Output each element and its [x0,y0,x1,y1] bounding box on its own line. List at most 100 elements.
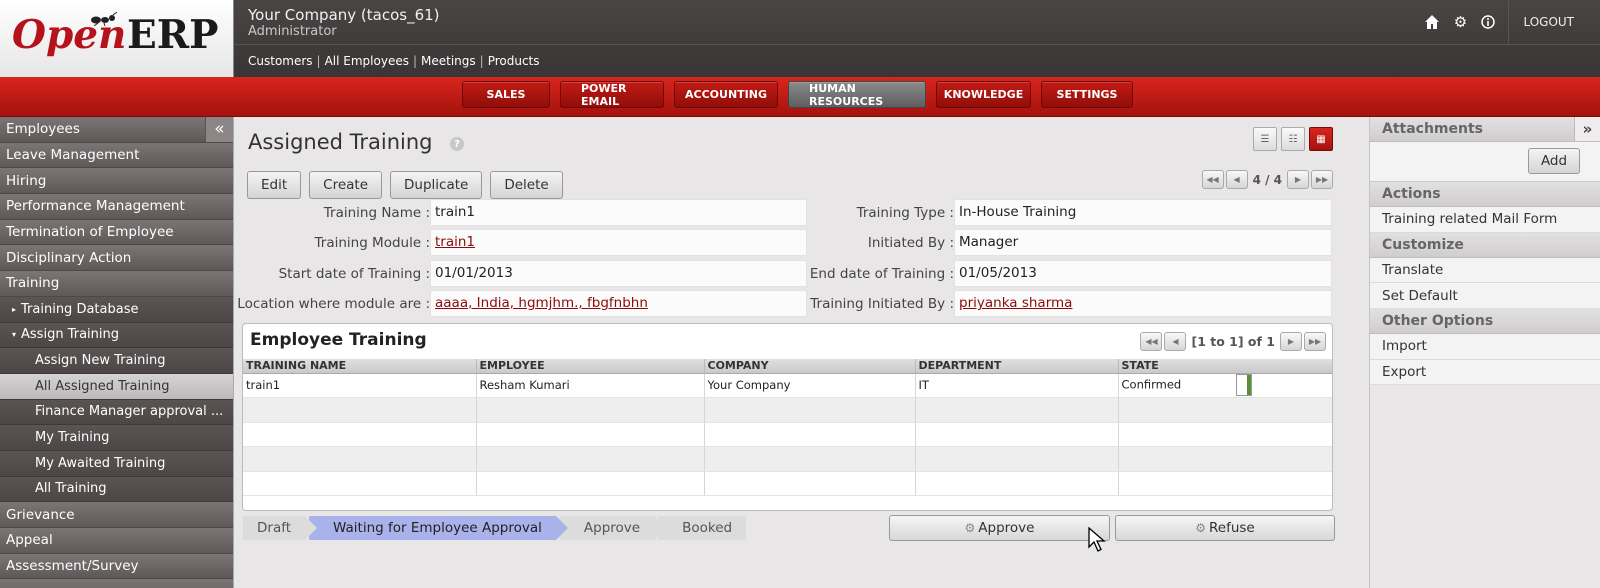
location-link[interactable]: aaaa, India, hgmjhm., fbgfnbhn [430,290,807,317]
last-page-icon[interactable]: ▶▶ [1304,332,1326,351]
openerp-logo[interactable]: Open ERP [0,0,234,77]
shortcut-separator: | [316,54,321,68]
sidebar-item-finance-manager-approval[interactable]: Finance Manager approval ... [0,399,233,426]
next-page-icon[interactable]: ▶ [1280,332,1302,351]
help-icon[interactable]: ? [450,137,464,151]
create-button[interactable]: Create [309,171,383,199]
sidebar-item-all-assigned-training[interactable]: All Assigned Training [0,373,233,400]
grid-view-icon[interactable]: ☷ [1281,127,1305,151]
sidebar-item-label: My Training [35,430,110,446]
shortcut-customers[interactable]: Customers [248,54,313,68]
logout-link[interactable]: LOGOUT [1508,0,1600,44]
delete-button[interactable]: Delete [490,171,563,199]
menu-settings[interactable]: SETTINGS [1041,81,1133,108]
right-sidebar: Attachments » Add Actions Training relat… [1369,117,1600,588]
sidebar-item-disciplinary-action[interactable]: Disciplinary Action [0,245,233,272]
top-header: Open ERP Your Company (tacos_61) Adminis… [0,0,1600,77]
edit-button[interactable]: Edit [247,171,302,199]
home-icon[interactable] [1418,2,1446,42]
sidebar-item-my-awaited-training[interactable]: My Awaited Training [0,450,233,477]
cell-state: Confirmed [1118,373,1332,398]
menu-sales[interactable]: SALES [462,81,550,108]
employee-training-list: Employee Training ◀◀ ◀ [1 to 1] of 1 ▶ ▶… [242,323,1333,511]
collapse-sidebar-icon[interactable]: « [205,117,233,142]
sidebar-item-more[interactable] [0,579,233,588]
main-menu-list: SALES POWER EMAIL ACCOUNTING HUMAN RESOU… [462,81,1133,108]
last-record-icon[interactable]: ▶▶ [1311,170,1333,189]
other-option-import[interactable]: Import [1370,334,1600,360]
sidebar-item-assign-training[interactable]: ▾ Assign Training [0,322,233,349]
company-name[interactable]: Your Company (tacos_61) [248,6,440,24]
sidebar-item-label: Termination of Employee [6,224,174,241]
action-training-mail-form[interactable]: Training related Mail Form [1370,207,1600,233]
list-view-icon[interactable]: ☰ [1253,127,1277,151]
main-content: Assigned Training ? ☰ ☷ ▦ Edit Create Du… [234,117,1369,588]
customize-translate[interactable]: Translate [1370,257,1600,284]
training-name-field[interactable]: train1 [430,199,807,226]
shortcut-all-employees[interactable]: All Employees [325,54,409,68]
column-header-company[interactable]: COMPANY [704,359,916,374]
training-initiated-by-label: Training Initiated By : [810,296,954,312]
sidebar-item-label: Performance Management [6,198,185,215]
gear-icon[interactable]: ⚙ [1446,2,1474,42]
top-icons: ⚙ LOGOUT [1418,0,1600,44]
cell-employee: Resham Kumari [476,373,705,398]
training-module-link[interactable]: train1 [430,229,807,256]
expand-sidebar-icon[interactable]: » [1574,117,1600,141]
menu-accounting[interactable]: ACCOUNTING [674,81,778,108]
sidebar-item-assign-new-training[interactable]: Assign New Training [0,348,233,374]
training-type-field[interactable]: In-House Training [954,199,1332,226]
attachments-header: Attachments » [1370,117,1600,142]
sidebar-item-performance-management[interactable]: Performance Management [0,194,233,220]
workflow-gears-icon: ⚙ [964,521,976,535]
shortcut-separator: | [412,54,418,68]
menu-knowledge[interactable]: KNOWLEDGE [936,81,1031,108]
initiated-by-field[interactable]: Manager [954,229,1332,256]
table-row[interactable]: train1 Resham Kumari Your Company IT Con… [243,373,1332,398]
sidebar-item-hiring[interactable]: Hiring [0,168,233,195]
menu-power-email[interactable]: POWER EMAIL [560,81,664,108]
column-header-employee[interactable]: EMPLOYEE [476,359,705,374]
sidebar-item-label: Appeal [6,532,53,549]
expand-arrow-icon: ▸ [12,304,17,314]
sidebar-item-my-training[interactable]: My Training [0,425,233,451]
other-option-export[interactable]: Export [1370,359,1600,386]
approve-button[interactable]: ⚙ Approve [889,515,1110,541]
sidebar-item-all-training[interactable]: All Training [0,476,233,503]
first-record-icon[interactable]: ◀◀ [1201,170,1224,189]
duplicate-button[interactable]: Duplicate [390,171,483,199]
sidebar-item-assessment-survey[interactable]: Assessment/Survey [0,553,233,580]
previous-page-icon[interactable]: ◀ [1164,332,1187,351]
sidebar-item-employees[interactable]: Employees « [0,117,233,143]
sidebar-item-training[interactable]: Training [0,271,233,297]
sidebar-item-label: Training [6,275,60,292]
sidebar-item-appeal[interactable]: Appeal [0,528,233,554]
previous-record-icon[interactable]: ◀ [1225,170,1248,189]
sidebar-item-label: Employees [6,121,80,138]
shortcut-products[interactable]: Products [488,54,540,68]
sidebar-item-training-database[interactable]: ▸ Training Database [0,296,233,323]
first-page-icon[interactable]: ◀◀ [1140,332,1163,351]
workflow-gears-icon: ⚙ [1195,521,1207,535]
sidebar-item-label: Finance Manager approval ... [35,404,224,420]
add-attachment-button[interactable]: Add [1528,148,1580,174]
edit-row-icon[interactable] [1236,374,1253,397]
shortcut-meetings[interactable]: Meetings [421,54,476,68]
info-icon[interactable] [1474,2,1502,42]
form-view-icon[interactable]: ▦ [1309,127,1333,151]
sidebar-item-label: Training Database [21,301,139,317]
column-header-state[interactable]: STATE [1118,359,1332,374]
refuse-button[interactable]: ⚙ Refuse [1115,515,1335,541]
customize-set-default[interactable]: Set Default [1370,283,1600,310]
next-record-icon[interactable]: ▶ [1287,170,1309,189]
end-date-field[interactable]: 01/05/2013 [954,260,1332,287]
start-date-field[interactable]: 01/01/2013 [430,260,807,287]
menu-human-resources[interactable]: HUMAN RESOURCES [788,81,926,108]
column-header-training-name[interactable]: TRAINING NAME [243,359,477,374]
sidebar-item-grievance[interactable]: Grievance [0,502,233,528]
sidebar-item-termination[interactable]: Termination of Employee [0,219,233,246]
column-header-department[interactable]: DEPARTMENT [915,359,1119,374]
training-initiated-by-link[interactable]: priyanka sharma [954,290,1332,317]
sidebar-item-leave-management[interactable]: Leave Management [0,142,233,169]
start-date-label: Start date of Training : [278,266,430,282]
